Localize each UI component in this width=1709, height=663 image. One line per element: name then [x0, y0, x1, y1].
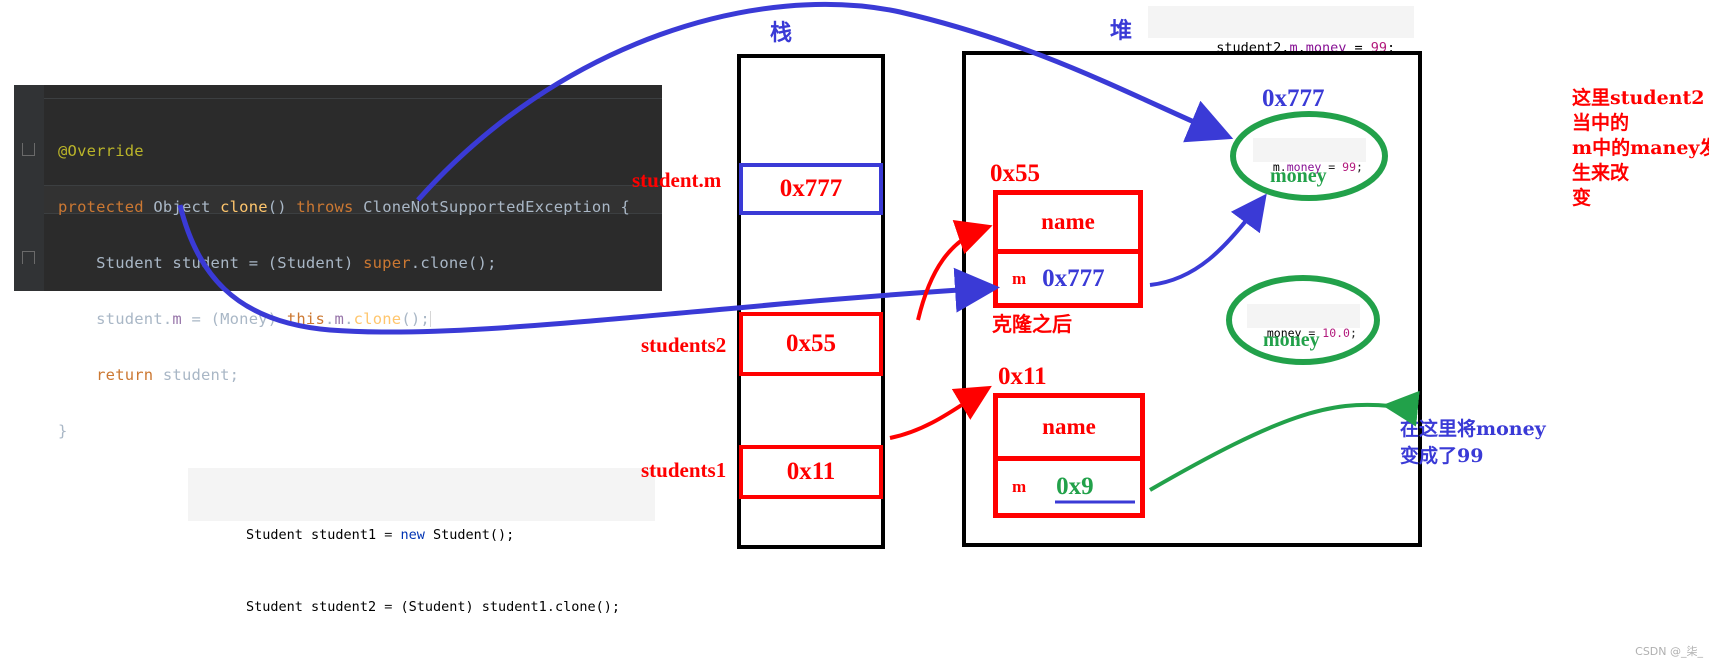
- stack-cell-student-m[interactable]: 0x777: [739, 163, 883, 215]
- heap-object-0x55[interactable]: name m 0x777: [993, 190, 1143, 308]
- kw-super: super: [363, 254, 411, 272]
- heap-object-address-0x55: 0x55: [990, 160, 1040, 187]
- snippet-line-1: Student student1 = new Student();: [246, 527, 515, 543]
- heap-0x55-ref-field: m: [1012, 268, 1027, 288]
- money2-val: 10.0: [1322, 326, 1350, 340]
- kw-return: return: [96, 366, 154, 384]
- blue-note-line1: 在这里将money: [1400, 418, 1546, 440]
- bs-l1-ctor: Student();: [433, 527, 515, 543]
- red-note-line2: m中的maney发生来改: [1572, 137, 1709, 184]
- stack-label-student-m: student.m: [632, 168, 722, 192]
- bs-l2-type: Student: [246, 599, 303, 615]
- heap-0x55-ref-value: 0x777: [1042, 264, 1105, 292]
- fold-icon-2[interactable]: [22, 251, 35, 264]
- editor-gutter: [14, 85, 44, 291]
- stack-label-students2: students2: [641, 333, 727, 357]
- stack-cell-students2[interactable]: 0x55: [739, 312, 883, 376]
- stack-value-0x777: 0x777: [779, 175, 843, 202]
- heap-0x11-field-name: name: [1042, 414, 1096, 439]
- money-0x777-code: m.money = 99;: [1253, 138, 1366, 174]
- kw-protected: protected: [58, 198, 144, 216]
- annotation-blue-note: 在这里将money 变成了99: [1400, 416, 1580, 470]
- field-m-read: m: [334, 310, 345, 328]
- stack-value-0x55: 0x55: [786, 330, 836, 357]
- type-object: Object: [153, 198, 211, 216]
- clone-after-caption: 克隆之后: [992, 312, 1072, 336]
- type-student-1: Student: [96, 254, 163, 272]
- watermark: CSDN @_柒_: [1635, 645, 1703, 658]
- bs-l2-cast: (Student): [400, 599, 474, 615]
- money1-semi: ;: [1356, 160, 1363, 174]
- annotation-red-note: 这里student2当中的 m中的maney发生来改 变: [1572, 86, 1709, 211]
- code-annotation: @Override: [58, 142, 144, 160]
- heap-0x11-ref-value: 0x9: [1056, 473, 1094, 500]
- money-second-code: money = 10.0;: [1247, 304, 1360, 340]
- stack-label-students1: students1: [641, 458, 727, 482]
- money1-val: 99: [1342, 160, 1356, 174]
- heap-0x55-field-name: name: [1041, 209, 1095, 234]
- method-clone: clone: [220, 198, 268, 216]
- money2-semi: ;: [1349, 326, 1357, 340]
- code-editor-panel: @Override protected Object clone() throw…: [14, 85, 662, 440]
- bottom-code-snippet: Student student1 = new Student(); Studen…: [188, 468, 655, 615]
- heap-object-address-0x11: 0x11: [998, 363, 1047, 390]
- bs-l1-var: student1: [311, 527, 377, 543]
- fold-icon-1[interactable]: [22, 143, 35, 156]
- cast-student: Student: [277, 254, 345, 272]
- money-second-label: money: [1263, 329, 1320, 351]
- var-student-1: student: [172, 254, 240, 272]
- bs-l2-call: student1: [481, 599, 547, 615]
- heap-0x11-ref-field: m: [1012, 477, 1027, 496]
- stack-cell-students1[interactable]: 0x11: [739, 445, 883, 499]
- text-caret: [429, 311, 431, 327]
- var-student-3: student: [162, 366, 230, 384]
- heap-title: 堆: [1110, 18, 1133, 44]
- blue-note-line2: 变成了99: [1400, 445, 1484, 467]
- money-object-address-0x777: 0x777: [1262, 85, 1325, 112]
- kw-throws: throws: [296, 198, 354, 216]
- bs-l2-method: clone();: [554, 599, 620, 615]
- money-0x777-label: money: [1270, 165, 1327, 187]
- snippet-line-2: Student student2 = (Student) student1.cl…: [246, 599, 620, 615]
- call-clone-super: clone: [420, 254, 468, 272]
- field-m-assign: m: [172, 310, 182, 328]
- stack-title: 栈: [770, 20, 793, 46]
- red-note-line3: 变: [1572, 187, 1592, 209]
- call-clone-money: clone: [353, 310, 402, 328]
- var-student-2: student: [96, 310, 163, 328]
- cast-money: Money: [220, 310, 268, 328]
- stack-value-0x11: 0x11: [786, 458, 836, 485]
- bs-l1-new: new: [400, 527, 425, 543]
- editor-code-text[interactable]: @Override protected Object clone() throw…: [58, 109, 658, 501]
- bs-l1-type: Student: [246, 527, 303, 543]
- red-note-line1: 这里student2当中的: [1572, 87, 1705, 134]
- top-code-snippet: student2.m.money = 99;: [1148, 6, 1414, 56]
- bs-l2-var: student2: [311, 599, 377, 615]
- kw-this: this: [286, 310, 325, 328]
- exception-type: CloneNotSupportedException: [363, 198, 611, 216]
- heap-object-0x11[interactable]: name m 0x9: [993, 393, 1145, 518]
